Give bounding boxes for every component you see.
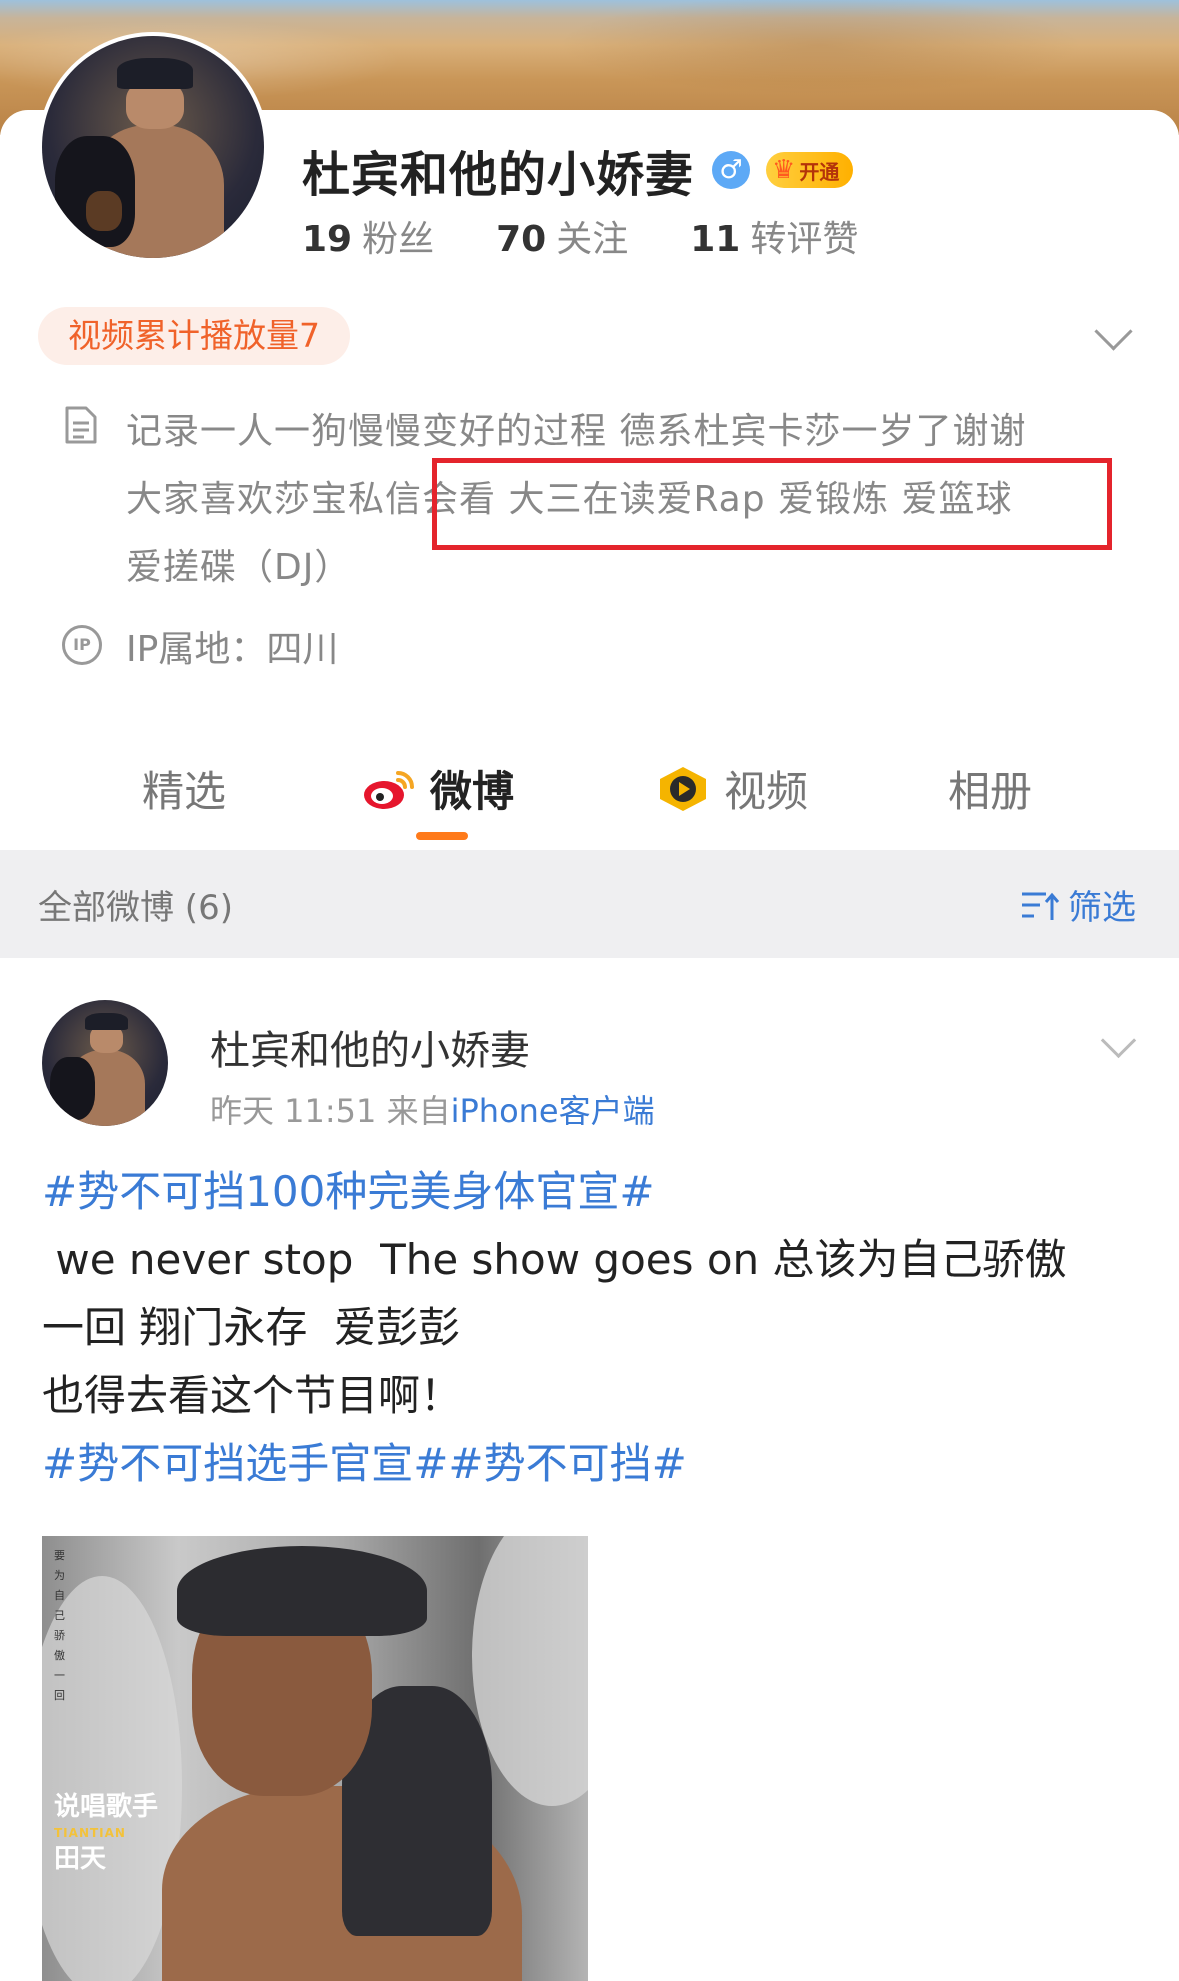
post-meta: 昨天 11:51 来自iPhone客户端 [210,1086,655,1132]
vip-open-badge[interactable]: ♛ 开通 [766,152,854,188]
stat-label: 粉丝 [362,219,435,260]
all-posts-count: 全部微博 (6) [38,888,233,928]
avatar-photo [42,36,264,258]
stat-label: 关注 [556,219,629,260]
post-menu-chevron-icon[interactable] [1100,1022,1137,1059]
image-vertical-text: 要为自己骄傲一回 [54,1549,65,1702]
post-author-avatar[interactable] [42,1000,168,1126]
stat-following[interactable]: 70 关注 [496,210,628,262]
post-client-link[interactable]: iPhone客户端 [451,1092,655,1130]
video-play-count-badge[interactable]: 视频累计播放量7 [38,307,350,365]
weibo-post: 杜宾和他的小娇妻 昨天 11:51 来自iPhone客户端 #势不可挡100种完… [0,958,1179,1981]
stat-label: 转评赞 [750,219,859,260]
red-highlight-annotation [432,458,1112,550]
tab-album[interactable]: 相册 [948,758,1032,819]
male-gender-icon: ♂ [712,151,751,189]
post-time: 昨天 11:51 [210,1092,377,1130]
video-play-icon [660,766,706,811]
crown-icon: ♛ [772,155,796,185]
stat-number: 70 [496,219,547,260]
tab-label: 视频 [724,767,809,816]
stat-interactions[interactable]: 11 转评赞 [690,210,858,262]
ip-location-text: IP属地：四川 [126,629,339,670]
image-caption-en: TIANTIAN [54,1826,126,1840]
profile-avatar[interactable] [38,32,268,262]
post-text-line: 一回 翔门永存 爱彭彭 [42,1303,461,1352]
hashtag-link[interactable]: #势不可挡100种完美身体官宣# [42,1158,1142,1226]
active-tab-indicator [416,832,468,840]
bio-line: 记录一人一狗慢慢变好的过程 德系杜宾卡莎一岁了谢谢 [126,411,1027,452]
post-text-line: we never stop The show goes on 总该为自己骄傲 [42,1235,1067,1284]
filter-label: 筛选 [1068,888,1136,928]
filter-button[interactable]: 筛选 [1020,880,1136,929]
post-author-name[interactable]: 杜宾和他的小娇妻 [210,1018,530,1076]
vip-open-label: 开通 [799,159,840,184]
tab-label: 微博 [430,767,515,816]
document-icon [65,406,97,444]
stat-number: 11 [690,219,741,260]
profile-name-row: 杜宾和他的小娇妻 ♂ ♛ 开通 [302,135,854,205]
image-caption-main: 说唱歌手 [54,1792,159,1822]
ip-location-icon: IP [62,625,102,665]
post-text-line: 也得去看这个节目啊！ [42,1371,463,1420]
stat-number: 19 [302,219,353,260]
stat-followers[interactable]: 19 粉丝 [302,210,434,262]
post-image[interactable]: 要为自己骄傲一回 说唱歌手 TIANTIAN 田天 [42,1536,588,1981]
filter-bar: 全部微博 (6) 筛选 [0,850,1179,959]
profile-username: 杜宾和他的小娇妻 [302,147,695,203]
tab-featured[interactable]: 精选 [142,758,226,819]
profile-tabs: 精选 微博 视频 相册 [0,740,1179,850]
tab-video[interactable]: 视频 [656,758,808,819]
profile-stats: 19 粉丝 70 关注 11 转评赞 [302,210,920,262]
post-body: #势不可挡100种完美身体官宣# we never stop The show … [42,1158,1142,1498]
hashtag-link[interactable]: #势不可挡选手官宣##势不可挡# [42,1430,1142,1498]
image-caption-name: 田天 [54,1844,107,1874]
tab-label: 相册 [948,767,1033,816]
image-caption: 说唱歌手 TIANTIAN 田天 [54,1794,158,1872]
weibo-logo-icon [364,770,414,809]
post-from-label: 来自 [386,1092,451,1130]
tab-label: 精选 [142,767,227,816]
filter-sort-icon [1022,892,1060,920]
tab-weibo[interactable]: 微博 [362,758,514,819]
